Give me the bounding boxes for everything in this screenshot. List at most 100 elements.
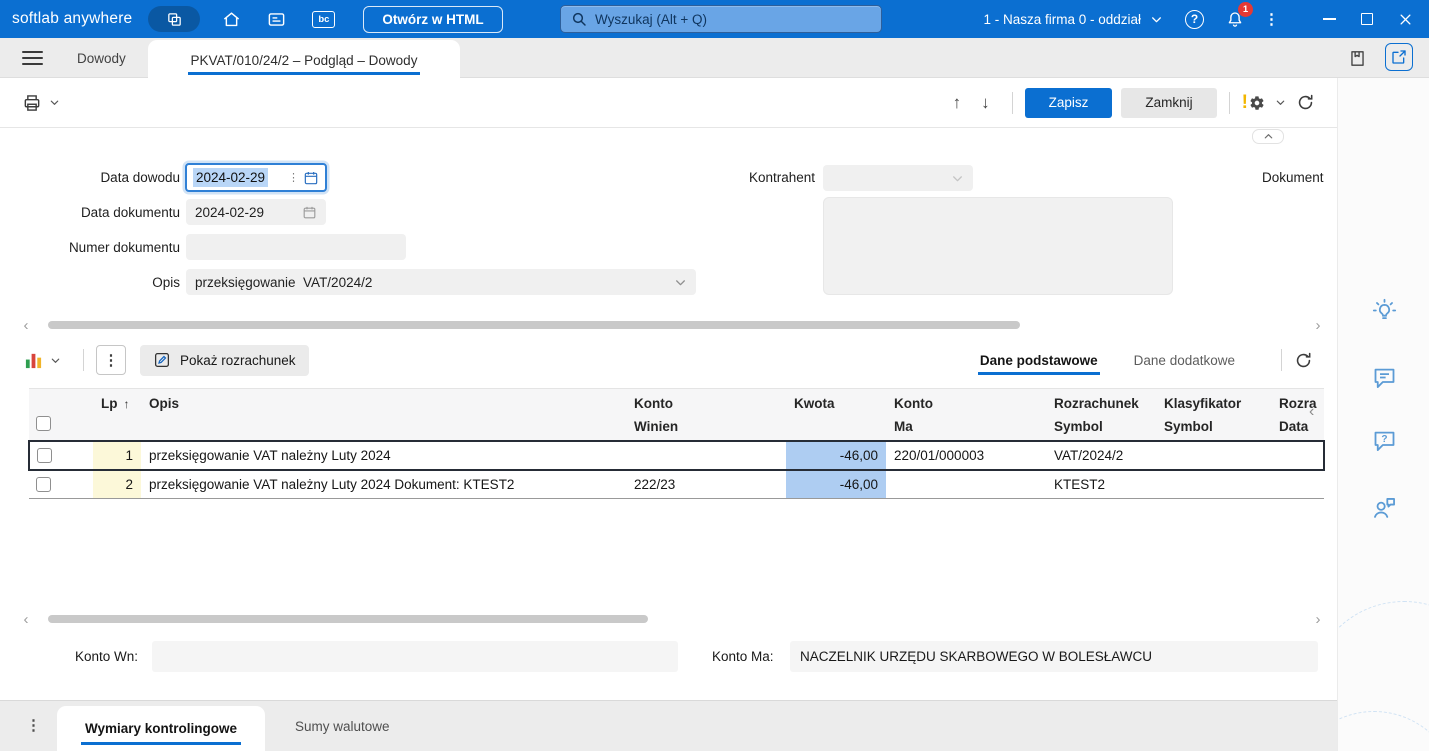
hamburger-icon[interactable] bbox=[22, 51, 43, 66]
move-up-button[interactable] bbox=[943, 93, 972, 113]
maximize-button[interactable] bbox=[1357, 9, 1377, 29]
comments-button[interactable] bbox=[1371, 364, 1398, 391]
data-dokumentu-input[interactable]: 2024-02-29 bbox=[186, 199, 326, 225]
global-search[interactable] bbox=[560, 5, 882, 33]
tab-dowody[interactable]: Dowody bbox=[77, 38, 126, 78]
chevron-down-icon[interactable] bbox=[1150, 13, 1163, 26]
cell-lp[interactable]: 1 bbox=[93, 439, 141, 471]
chart-options-chevron[interactable] bbox=[50, 355, 61, 366]
cell-rozra-data[interactable] bbox=[1271, 469, 1324, 499]
pages-panel-button[interactable] bbox=[1348, 49, 1367, 68]
row-checkbox[interactable] bbox=[36, 477, 51, 493]
column-opis[interactable]: Opis bbox=[149, 396, 618, 411]
close-document-button[interactable]: Zamknij bbox=[1121, 87, 1217, 118]
card-button[interactable] bbox=[267, 10, 286, 29]
tab-active-document[interactable]: PKVAT/010/24/2 – Podgląd – Dowody bbox=[148, 40, 460, 79]
workspace-switcher-button[interactable] bbox=[148, 6, 201, 32]
cell-konto-winien[interactable]: 222/23 bbox=[626, 469, 786, 499]
bc-button[interactable]: bc bbox=[312, 10, 336, 28]
show-settlement-button[interactable]: Pokaż rozrachunek bbox=[140, 344, 309, 376]
opis-dropdown[interactable]: przeksięgowanie VAT/2024/2 bbox=[186, 269, 696, 295]
scroll-left-icon[interactable] bbox=[20, 612, 32, 627]
table-row[interactable]: 2 przeksięgowanie VAT należny Luty 2024 … bbox=[29, 469, 1324, 499]
cell-kwota[interactable]: -46,00 bbox=[786, 439, 886, 471]
contact-button[interactable] bbox=[1371, 495, 1398, 522]
home-button[interactable] bbox=[222, 10, 241, 29]
tab-dane-podstawowe[interactable]: Dane podstawowe bbox=[977, 346, 1100, 375]
cell-rozra-data[interactable] bbox=[1271, 439, 1325, 471]
grid-refresh-button[interactable] bbox=[1294, 351, 1313, 370]
search-input[interactable] bbox=[595, 11, 871, 27]
share-button[interactable] bbox=[1385, 43, 1413, 71]
cell-rozrachunek[interactable]: VAT/2024/2 bbox=[1046, 439, 1156, 471]
company-selector[interactable]: 1 - Nasza firma 0 - oddział bbox=[983, 12, 1141, 27]
calendar-icon[interactable] bbox=[303, 170, 319, 186]
kontrahent-dropdown[interactable] bbox=[823, 165, 973, 191]
cell-klasyfikator[interactable] bbox=[1156, 469, 1271, 499]
cell-konto-ma[interactable]: 220/01/000003 bbox=[886, 439, 1046, 471]
column-klasyfikator[interactable]: Klasyfikator bbox=[1164, 396, 1263, 411]
kontrahent-details-textarea[interactable] bbox=[823, 197, 1173, 295]
kebab-icon[interactable] bbox=[1264, 10, 1279, 28]
notification-badge: 1 bbox=[1238, 2, 1253, 17]
data-dokumentu-label: Data dokumentu bbox=[80, 205, 180, 220]
column-kwota[interactable]: Kwota bbox=[794, 396, 878, 411]
tab-sumy-walutowe[interactable]: Sumy walutowe bbox=[295, 701, 390, 751]
scroll-left-icon[interactable] bbox=[20, 318, 32, 333]
column-konto-ma[interactable]: Konto bbox=[894, 396, 1038, 411]
select-all-checkbox[interactable] bbox=[36, 415, 51, 431]
kebab-icon[interactable] bbox=[26, 716, 41, 734]
tab-wymiary-kontrolingowe[interactable]: Wymiary kontrolingowe bbox=[57, 706, 265, 751]
help-chat-button[interactable]: ? bbox=[1371, 427, 1398, 454]
help-icon[interactable] bbox=[1185, 9, 1204, 29]
warnings-button[interactable] bbox=[1242, 92, 1265, 114]
collapse-header-button[interactable] bbox=[1252, 129, 1284, 144]
show-settlement-label: Pokaż rozrachunek bbox=[180, 352, 296, 368]
scrollbar-thumb[interactable] bbox=[48, 615, 648, 623]
warnings-chevron[interactable] bbox=[1275, 97, 1286, 108]
open-in-html-button[interactable]: Otwórz w HTML bbox=[363, 5, 503, 33]
ideas-button[interactable] bbox=[1371, 297, 1398, 324]
kebab-icon[interactable] bbox=[288, 171, 299, 184]
cell-rozrachunek[interactable]: KTEST2 bbox=[1046, 469, 1156, 499]
column-konto-winien[interactable]: Konto bbox=[634, 396, 778, 411]
cell-opis[interactable]: przeksięgowanie VAT należny Luty 2024 Do… bbox=[141, 469, 626, 499]
cell-opis[interactable]: przeksięgowanie VAT należny Luty 2024 bbox=[141, 439, 626, 471]
column-rozrachunek[interactable]: Rozrachunek bbox=[1054, 396, 1148, 411]
header-collapse-icon[interactable] bbox=[1309, 403, 1314, 421]
close-button[interactable] bbox=[1395, 9, 1415, 29]
cell-kwota[interactable]: -46,00 bbox=[786, 469, 886, 499]
scrollbar-track[interactable] bbox=[36, 615, 1308, 623]
column-lp[interactable]: Lp bbox=[101, 396, 118, 411]
form-horizontal-scrollbar[interactable] bbox=[20, 318, 1324, 332]
app-logo: softlab anywhere bbox=[12, 10, 133, 27]
sort-asc-icon[interactable] bbox=[124, 397, 130, 411]
data-dowodu-input[interactable]: 2024-02-29 bbox=[185, 163, 327, 192]
chart-button[interactable] bbox=[24, 351, 43, 370]
print-options-chevron[interactable] bbox=[49, 97, 60, 108]
move-down-button[interactable] bbox=[971, 93, 1000, 113]
row-checkbox[interactable] bbox=[37, 447, 52, 463]
scroll-right-icon[interactable] bbox=[1312, 318, 1324, 333]
cell-konto-winien[interactable] bbox=[626, 439, 786, 471]
notifications-button[interactable]: 1 bbox=[1226, 2, 1253, 28]
cell-lp[interactable]: 2 bbox=[93, 469, 141, 499]
scrollbar-thumb[interactable] bbox=[48, 321, 1020, 329]
grid-horizontal-scrollbar[interactable] bbox=[20, 612, 1324, 626]
konto-ma-value: NACZELNIK URZĘDU SKARBOWEGO W BOLESŁAWCU bbox=[800, 649, 1153, 664]
tab-dane-dodatkowe[interactable]: Dane dodatkowe bbox=[1132, 346, 1237, 375]
calendar-icon[interactable] bbox=[302, 205, 317, 220]
cell-konto-ma[interactable] bbox=[886, 469, 1046, 499]
refresh-button[interactable] bbox=[1296, 93, 1315, 112]
scrollbar-track[interactable] bbox=[36, 321, 1308, 329]
table-row[interactable]: 1 przeksięgowanie VAT należny Luty 2024 … bbox=[28, 439, 1325, 471]
minimize-button[interactable] bbox=[1319, 9, 1339, 29]
save-button[interactable]: Zapisz bbox=[1024, 87, 1113, 118]
chevron-down-icon bbox=[50, 100, 59, 105]
numer-dokumentu-input[interactable] bbox=[186, 234, 406, 260]
scroll-right-icon[interactable] bbox=[1312, 612, 1324, 627]
cell-klasyfikator[interactable] bbox=[1156, 439, 1271, 471]
grid-menu-button[interactable] bbox=[96, 345, 126, 375]
right-rail: ? bbox=[1337, 78, 1429, 751]
print-button[interactable] bbox=[22, 93, 42, 113]
